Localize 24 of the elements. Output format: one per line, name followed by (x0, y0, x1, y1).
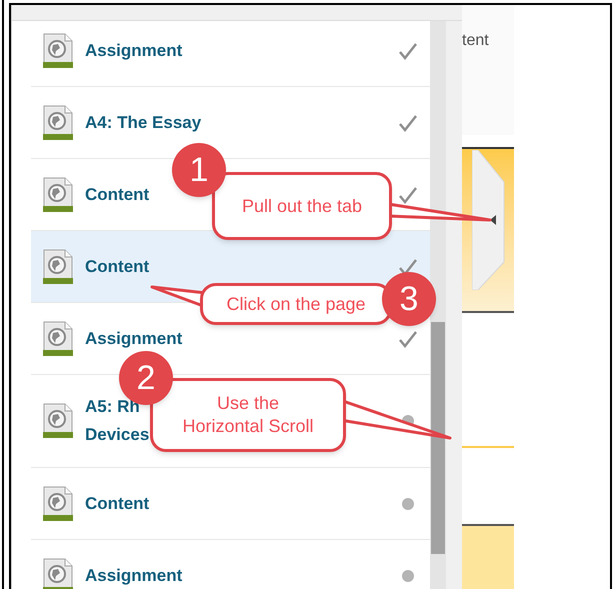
web-document-icon (43, 403, 73, 439)
page-banner (462, 526, 514, 589)
callout-text: Use the (216, 392, 280, 415)
web-document-icon (43, 176, 73, 212)
item-title: Content (85, 184, 150, 206)
item-title: Assignment (85, 328, 182, 350)
item-title: Devices (85, 424, 150, 446)
web-document-icon (43, 248, 73, 284)
caret-icon (490, 215, 496, 225)
item-title: A4: The Essay (85, 112, 202, 134)
pull-tab[interactable] (472, 150, 506, 290)
web-document-icon (43, 558, 73, 589)
page-text: tent (462, 31, 490, 51)
item-title: Content (85, 256, 150, 278)
item-title: Assignment (85, 564, 182, 587)
web-document-icon (43, 486, 73, 522)
web-document-icon (43, 32, 73, 68)
scrollbar-thumb[interactable] (431, 322, 446, 554)
web-document-icon (43, 104, 73, 140)
callout-text: Pull out the tab (242, 194, 362, 218)
web-document-icon (43, 320, 73, 356)
callout-text: Horizontal Scroll (182, 415, 314, 438)
item-title: Assignment (85, 40, 182, 62)
item-title: Content (85, 492, 150, 514)
